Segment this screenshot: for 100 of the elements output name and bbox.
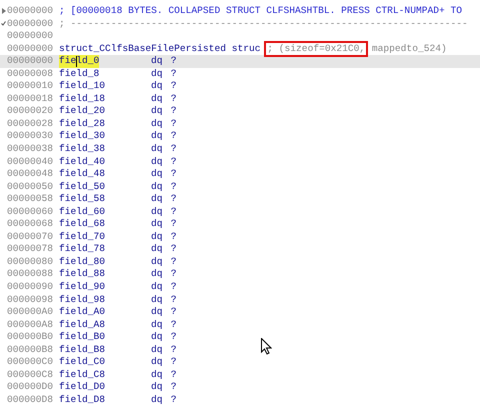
field-value: ?: [170, 80, 177, 93]
field-value: ?: [170, 193, 177, 206]
address-text: 00000018: [7, 92, 54, 106]
field-type: dq: [151, 105, 164, 118]
field-name[interactable]: field_A8: [59, 318, 151, 332]
field-value: ?: [170, 344, 177, 356]
separator-comment: ; ---------------------------------------------------------------------: [59, 18, 468, 30]
field-name[interactable]: field_8: [59, 68, 151, 80]
field-name[interactable]: field_D0: [59, 381, 151, 394]
address-text: 00000050: [7, 180, 54, 194]
address-text: 00000090: [7, 281, 54, 294]
address-text: 000000D0: [7, 381, 54, 394]
field-type: dq: [151, 381, 164, 394]
field-name[interactable]: field_18: [59, 92, 151, 106]
address-text: 00000040: [7, 156, 54, 168]
field-name[interactable]: field_68: [59, 218, 151, 231]
address-text: 000000D8: [7, 394, 54, 406]
field-type: dq: [151, 193, 164, 206]
address-text: 000000B0: [7, 331, 54, 344]
struct-name[interactable]: struct_CClfsBaseFilePersisted: [59, 42, 226, 56]
field-type: dq: [151, 118, 164, 130]
field-value: ?: [170, 281, 177, 294]
field-name[interactable]: field_A0: [59, 306, 151, 319]
address-text: 00000080: [7, 256, 54, 268]
field-name[interactable]: field_58: [59, 193, 151, 206]
field-value: ?: [170, 118, 177, 130]
check-mark-icon: [1, 21, 6, 26]
field-value: ?: [170, 143, 177, 156]
field-type: dq: [151, 230, 164, 244]
field-type: dq: [151, 168, 164, 181]
sizeof-comment: ; (sizeof=0x21C0,: [267, 42, 366, 54]
address-text: 00000000: [7, 18, 54, 30]
field-type: dq: [151, 268, 164, 282]
field-value: ?: [170, 68, 177, 80]
field-type: dq: [151, 306, 164, 319]
field-name[interactable]: field_38: [59, 143, 151, 156]
field-name[interactable]: field_B8: [59, 344, 151, 356]
address-text: 000000A8: [7, 318, 54, 332]
field-type: dq: [151, 156, 164, 168]
field-value: ?: [170, 243, 177, 256]
address-text: 00000088: [7, 268, 54, 282]
address-text: 00000058: [7, 193, 54, 206]
field-type: dq: [151, 143, 164, 156]
field-value: ?: [170, 268, 177, 282]
address-text: 000000C0: [7, 356, 54, 369]
address-text: 000000A0: [7, 306, 54, 319]
field-name[interactable]: field_10: [59, 80, 151, 93]
struct-keyword: struc: [232, 42, 261, 56]
field-name[interactable]: field_50: [59, 180, 151, 194]
field-type: dq: [151, 68, 164, 80]
field-value: ?: [170, 156, 177, 168]
field-value: ?: [170, 168, 177, 181]
field-value: ?: [170, 394, 177, 406]
mouse-pointer-icon: [261, 338, 272, 355]
field-name[interactable]: field_30: [59, 130, 151, 144]
address-text: 00000000: [7, 55, 54, 68]
address-text: 00000030: [7, 130, 54, 144]
address-text: 00000010: [7, 80, 54, 93]
field-type: dq: [151, 92, 164, 106]
field-name[interactable]: field_D8: [59, 394, 151, 406]
field-name[interactable]: field_60: [59, 206, 151, 218]
address-text: 00000000: [7, 30, 54, 43]
field-type: dq: [151, 344, 164, 356]
address-text: 00000048: [7, 168, 54, 181]
address-text: 00000000: [7, 5, 54, 18]
field-name[interactable]: field_78: [59, 243, 151, 256]
field-type: dq: [151, 206, 164, 218]
field-value: ?: [170, 318, 177, 332]
field-name[interactable]: field_98: [59, 294, 151, 306]
field-name[interactable]: field_40: [59, 156, 151, 168]
field-name[interactable]: field_B0: [59, 331, 151, 344]
field-name[interactable]: field_90: [59, 281, 151, 294]
expand-arrow-icon[interactable]: [2, 8, 6, 14]
field-name[interactable]: field_28: [59, 118, 151, 130]
address-text: 00000038: [7, 143, 54, 156]
address-text: 000000C8: [7, 368, 54, 382]
field-value: ?: [170, 206, 177, 218]
field-type: dq: [151, 180, 164, 194]
field-name[interactable]: field_70: [59, 230, 151, 244]
collapsed-struct-comment[interactable]: ; [00000018 BYTES. COLLAPSED STRUCT CLFSHASHTBL. PRESS CTRL-NUMPAD+ TO: [59, 5, 462, 18]
address-text: 000000B8: [7, 344, 54, 356]
field-type: dq: [151, 331, 164, 344]
field-value: ?: [170, 180, 177, 194]
field-value: ?: [170, 331, 177, 344]
field-value: ?: [170, 230, 177, 244]
field-name[interactable]: field_48: [59, 168, 151, 181]
address-text: 00000020: [7, 105, 54, 118]
field-name[interactable]: field_C0: [59, 356, 151, 369]
address-text: 00000028: [7, 118, 54, 130]
field-name[interactable]: field_88: [59, 268, 151, 282]
field-type: dq: [151, 55, 164, 68]
field-type: dq: [151, 281, 164, 294]
field-name[interactable]: field_20: [59, 105, 151, 118]
address-text: 00000068: [7, 218, 54, 231]
address-text: 00000070: [7, 230, 54, 244]
field-type: dq: [151, 318, 164, 332]
field-value: ?: [170, 130, 177, 144]
field-name[interactable]: field_C8: [59, 368, 151, 382]
field-value: ?: [170, 218, 177, 231]
field-name[interactable]: field_80: [59, 256, 151, 268]
